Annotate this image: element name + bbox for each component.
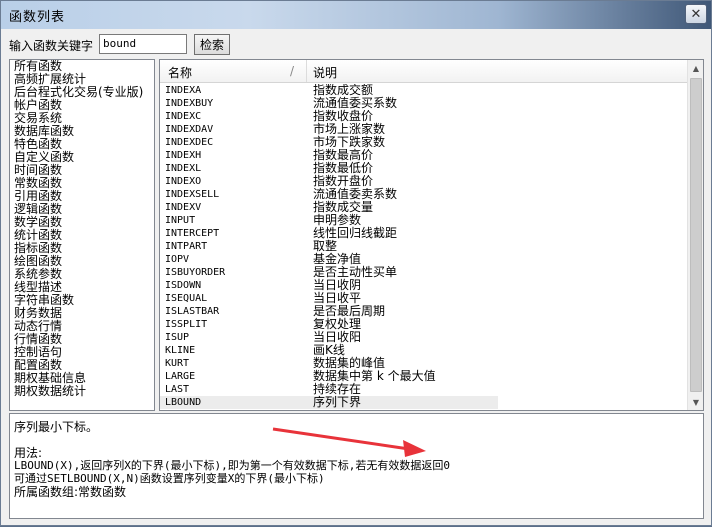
function-name: INDEXSELL	[165, 189, 220, 200]
category-item[interactable]: 期权数据统计	[10, 385, 154, 398]
function-description: 序列下界	[313, 395, 362, 409]
function-name: INTPART	[165, 241, 208, 252]
search-label: 输入函数关键字	[9, 39, 94, 53]
column-name-label: 名称	[168, 66, 193, 80]
table-header: 名称 / 说明	[160, 60, 688, 83]
help-panel: 序列最小下标。 用法: LBOUND(X),返回序列X的下界(最小下标),即为第…	[9, 413, 704, 519]
function-name: ISEQUAL	[165, 293, 208, 304]
function-name: INPUT	[165, 215, 196, 226]
function-table: 名称 / 说明 INDEXA 指数成交额 INDEXBUY 流通值委买系数 INDEXC…	[159, 59, 704, 411]
close-icon: ✕	[690, 6, 702, 22]
function-name: LAST	[165, 384, 190, 395]
column-header-desc[interactable]: 说明	[313, 64, 337, 81]
function-list-window: 函数列表 ✕ 输入函数关键字 bound 检索 所有函数 高频扩展统计 后台程式化交…	[0, 0, 712, 526]
help-group: 所属函数组:常数函数	[14, 485, 127, 499]
function-name: IOPV	[165, 254, 190, 265]
function-name: INTERCEPT	[165, 228, 220, 239]
scroll-thumb[interactable]	[690, 78, 702, 392]
help-summary: 序列最小下标。	[14, 420, 99, 434]
vertical-scrollbar[interactable]: ▲ ▼	[687, 60, 703, 410]
close-button[interactable]: ✕	[685, 4, 707, 24]
function-row[interactable]: LBOUND 序列下界	[160, 396, 498, 409]
function-name: LBOUND	[165, 397, 202, 408]
search-row: 输入函数关键字 bound 检索	[1, 31, 711, 57]
function-name: KLINE	[165, 345, 196, 356]
window-title: 函数列表	[9, 10, 66, 25]
title-bar[interactable]: 函数列表 ✕	[1, 1, 711, 29]
function-name: KURT	[165, 358, 190, 369]
function-name: INDEXBUY	[165, 98, 214, 109]
function-name: INDEXO	[165, 176, 202, 187]
scroll-down-icon[interactable]: ▼	[688, 394, 703, 410]
function-name: INDEXDAV	[165, 124, 214, 135]
function-name: INDEXC	[165, 111, 202, 122]
function-name: LARGE	[165, 371, 196, 382]
function-name: ISLASTBAR	[165, 306, 220, 317]
scroll-up-icon[interactable]: ▲	[688, 60, 703, 76]
function-name: INDEXDEC	[165, 137, 214, 148]
function-name: ISBUYORDER	[165, 267, 226, 278]
search-button[interactable]: 检索	[194, 34, 230, 55]
function-name: INDEXA	[165, 85, 202, 96]
function-name: ISSPLIT	[165, 319, 208, 330]
function-name: INDEXL	[165, 163, 202, 174]
function-name: ISDOWN	[165, 280, 202, 291]
category-list[interactable]: 所有函数 高频扩展统计 后台程式化交易(专业版) 帐户函数 交易系统 数据库函数 特色函数自…	[9, 59, 155, 411]
function-name: ISUP	[165, 332, 190, 343]
keyword-input[interactable]: bound	[99, 34, 187, 54]
function-rows: INDEXA 指数成交额 INDEXBUY 流通值委买系数 INDEXC 指数收盘价 IND…	[160, 84, 688, 410]
function-name: INDEXV	[165, 202, 202, 213]
function-name: INDEXH	[165, 150, 202, 161]
column-header-name[interactable]: 名称 /	[160, 60, 307, 82]
column-divider-mark: /	[290, 64, 295, 78]
